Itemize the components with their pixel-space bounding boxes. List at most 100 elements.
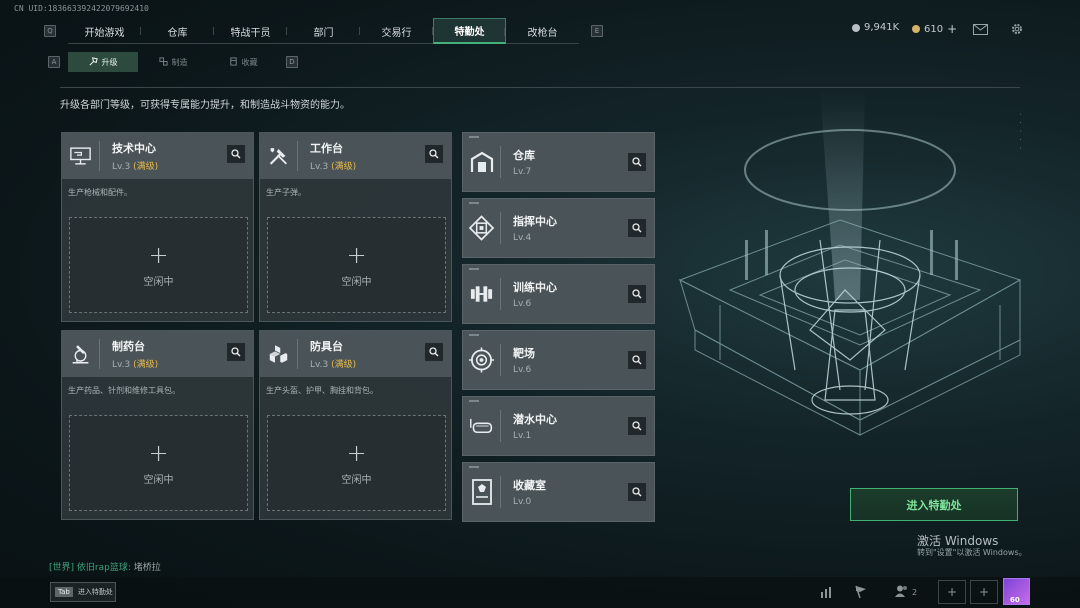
subtab-craft[interactable]: 制造 (138, 52, 208, 72)
card-tech-center[interactable]: 技术中心 Lv.3 (满级) 生产枪械和配件。 + 空闲中 (61, 132, 254, 322)
card-level: Lv.3 (满级) (310, 360, 357, 370)
card-command-center[interactable]: 指挥中心 Lv.4 (462, 198, 655, 258)
slot-status: 空闲中 (341, 474, 372, 486)
gold-coin-icon (912, 25, 920, 33)
production-slot[interactable]: + 空闲中 (267, 415, 446, 511)
card-armor-bench[interactable]: 防具台 Lv.3 (满级) 生产头盔、护甲、胸挂和背包。 + 空闲中 (259, 330, 452, 520)
friends-icon (894, 585, 909, 600)
card-level: Lv.4 (513, 233, 532, 243)
nav-tabs: 开始游戏 仓库 特战干员 部门 交易行 特勤处 改枪台 (68, 18, 579, 44)
silver-amount: 9,941K (864, 22, 900, 33)
tab-key: Tab (55, 587, 73, 597)
friends-button[interactable]: 2 (889, 580, 923, 604)
card-title: 仓库 (513, 149, 535, 162)
gold-add-icon[interactable]: + (947, 22, 957, 36)
diving-center-icon (469, 410, 501, 442)
card-level: Lv.0 (513, 497, 532, 507)
card-title: 指挥中心 (513, 215, 557, 228)
search-icon[interactable] (628, 351, 646, 369)
card-collection-room[interactable]: 收藏室 Lv.0 (462, 462, 655, 522)
silver-coin-icon (852, 23, 860, 32)
plus-icon: + (148, 240, 169, 269)
card-title: 技术中心 (112, 142, 156, 155)
flag-icon[interactable] (847, 580, 875, 604)
tab-operators[interactable]: 特战干员 (214, 18, 287, 44)
card-pharmacy[interactable]: 制药台 Lv.3 (满级) 生产药品、针剂和维修工具包。 + 空闲中 (61, 330, 254, 520)
card-training-center[interactable]: 训练中心 Lv.6 (462, 264, 655, 324)
card-corner-mark (469, 400, 479, 402)
slot-status: 空闲中 (341, 276, 372, 288)
card-description: 生产枪械和配件。 (68, 188, 132, 197)
nav-next-key[interactable]: E (591, 25, 603, 37)
card-diving-center[interactable]: 潜水中心 Lv.1 (462, 396, 655, 456)
card-title: 收藏室 (513, 479, 546, 492)
slot-status: 空闲中 (143, 276, 174, 288)
settings-gear-icon[interactable] (1009, 22, 1025, 36)
search-icon[interactable] (425, 145, 443, 163)
subnav-next-key[interactable]: D (286, 56, 298, 68)
card-description: 生产子弹。 (266, 188, 306, 197)
tab-hint-label: 进入特勤处 (77, 588, 113, 596)
card-corner-mark (469, 466, 479, 468)
card-corner-mark (469, 334, 479, 336)
plus-icon: + (346, 438, 367, 467)
headquarters-3d-model[interactable] (660, 90, 1080, 510)
friends-count: 2 (911, 587, 918, 597)
warehouse-icon (469, 146, 501, 178)
tab-special-ops[interactable]: 特勤处 (433, 18, 506, 44)
search-icon[interactable] (628, 285, 646, 303)
card-shooting-range[interactable]: 靶场 Lv.6 (462, 330, 655, 390)
search-icon[interactable] (628, 483, 646, 501)
card-title: 防具台 (310, 340, 343, 353)
plus-icon: + (148, 438, 169, 467)
subtab-label: 收藏 (241, 57, 258, 67)
armor-bench-icon (268, 339, 298, 369)
gold-amount: 610 (924, 23, 944, 35)
card-warehouse[interactable]: 仓库 Lv.7 (462, 132, 655, 192)
collect-icon (229, 56, 238, 68)
nav-prev-key[interactable]: Q (44, 25, 56, 37)
search-icon[interactable] (227, 145, 245, 163)
card-level: Lv.6 (513, 299, 532, 309)
world-chat-line[interactable]: [世界] 依旧rap篮球: 堵桥拉 (49, 560, 161, 573)
card-level: Lv.1 (513, 431, 532, 441)
subtab-upgrade[interactable]: 升级 (68, 52, 138, 72)
card-level: Lv.3 (满级) (112, 360, 159, 370)
card-title: 制药台 (112, 340, 145, 353)
header-divider (60, 87, 1020, 88)
mail-icon[interactable] (972, 22, 988, 36)
enter-special-ops-button[interactable]: 进入特勤处 (850, 488, 1018, 521)
tab-departments[interactable]: 部门 (287, 18, 360, 44)
tab-trade[interactable]: 交易行 (360, 18, 433, 44)
production-slot[interactable]: + 空闲中 (267, 217, 446, 313)
search-icon[interactable] (227, 343, 245, 361)
search-icon[interactable] (628, 417, 646, 435)
stats-chart-icon[interactable] (813, 580, 841, 604)
sub-navigation: A 升级 制造 收藏 D (48, 52, 298, 72)
search-icon[interactable] (425, 343, 443, 361)
subnav-prev-key[interactable]: A (48, 56, 60, 68)
card-corner-mark (469, 136, 479, 138)
card-level: Lv.7 (513, 167, 532, 177)
collection-room-icon (469, 476, 501, 508)
add-party-slot-icon[interactable]: + (970, 580, 998, 604)
tab-warehouse[interactable]: 仓库 (141, 18, 214, 44)
tab-enter-hint[interactable]: Tab 进入特勤处 (50, 582, 116, 602)
search-icon[interactable] (628, 153, 646, 171)
avatar-level: 60 (1010, 596, 1020, 604)
search-icon[interactable] (628, 219, 646, 237)
card-corner-mark (469, 268, 479, 270)
command-center-icon (469, 212, 501, 244)
training-center-icon (469, 278, 501, 310)
gold-currency[interactable]: 610 + (912, 22, 957, 36)
add-party-slot-icon[interactable]: + (938, 580, 966, 604)
tab-gunsmith[interactable]: 改枪台 (506, 18, 579, 44)
tab-start-game[interactable]: 开始游戏 (68, 18, 141, 44)
production-slot[interactable]: + 空闲中 (69, 415, 248, 511)
craft-icon (158, 56, 168, 68)
card-workbench[interactable]: 工作台 Lv.3 (满级) 生产子弹。 + 空闲中 (259, 132, 452, 322)
subtab-collect[interactable]: 收藏 (208, 52, 278, 72)
production-slot[interactable]: + 空闲中 (69, 217, 248, 313)
chat-user[interactable]: 依旧rap篮球: (77, 563, 131, 573)
deco-coordinates: · · · · · (1016, 112, 1024, 150)
